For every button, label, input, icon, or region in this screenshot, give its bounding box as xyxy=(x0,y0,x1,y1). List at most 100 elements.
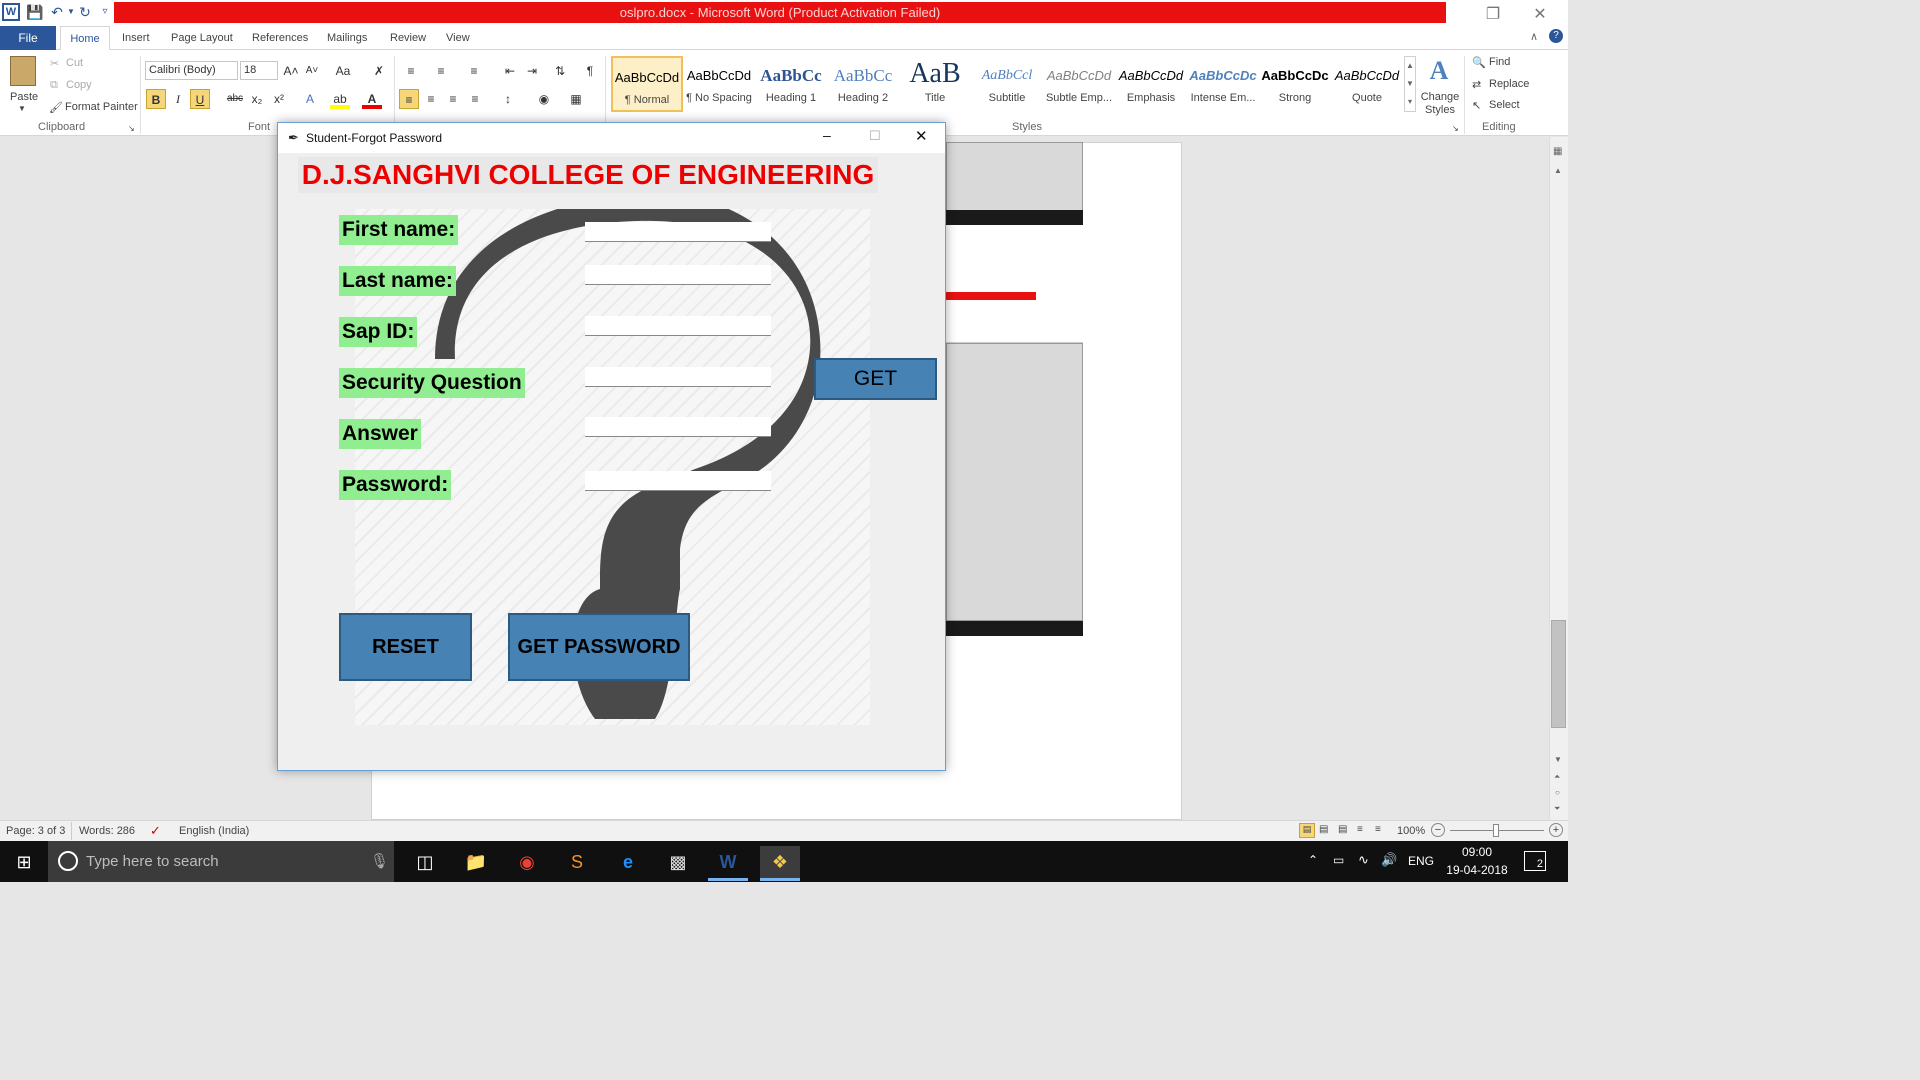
copy-button[interactable]: Copy xyxy=(66,79,92,91)
format-painter-icon[interactable]: 🖌 xyxy=(49,101,63,114)
redo-icon[interactable]: ↻ xyxy=(76,3,94,21)
tab-references[interactable]: References xyxy=(252,26,308,50)
input-language[interactable]: ENG xyxy=(1408,854,1434,868)
zoom-level[interactable]: 100% xyxy=(1397,825,1425,837)
cut-button[interactable]: Cut xyxy=(66,57,83,69)
taskbar-search-box[interactable]: Type here to search 🎙 xyxy=(48,841,394,882)
tab-home[interactable]: Home xyxy=(60,26,110,51)
decrease-indent-icon[interactable]: ⇤ xyxy=(500,61,520,81)
copy-icon[interactable]: ⧉ xyxy=(50,79,58,92)
zoom-out-icon[interactable]: − xyxy=(1431,823,1445,837)
cut-icon[interactable]: ✂ xyxy=(50,57,59,70)
python-icon[interactable]: ❖ xyxy=(760,846,800,878)
get-password-button[interactable]: GET PASSWORD xyxy=(508,613,690,681)
restore-icon[interactable]: ❐ xyxy=(1478,4,1508,24)
multilevel-list-icon[interactable]: ≡ xyxy=(464,61,484,81)
last-name-input[interactable] xyxy=(585,265,771,285)
increase-indent-icon[interactable]: ⇥ xyxy=(522,61,542,81)
strikethrough-icon[interactable]: abc xyxy=(225,89,245,109)
format-painter-button[interactable]: Format Painter xyxy=(65,101,138,113)
get-button[interactable]: GET xyxy=(814,358,937,400)
styles-launcher-icon[interactable]: ↘ xyxy=(1452,124,1459,133)
show-formatting-icon[interactable]: ¶ xyxy=(580,61,600,81)
font-color-icon[interactable]: A xyxy=(362,89,382,109)
superscript-icon[interactable]: x² xyxy=(269,89,289,109)
internet-explorer-icon[interactable]: e xyxy=(608,846,648,878)
word-logo-icon[interactable]: W xyxy=(2,3,20,21)
tab-insert[interactable]: Insert xyxy=(122,26,150,50)
scrollbar-thumb[interactable] xyxy=(1551,620,1566,728)
previous-page-icon[interactable]: ⏶ xyxy=(1554,772,1560,782)
browse-object-icon[interactable]: ○ xyxy=(1555,788,1560,797)
grow-font-icon[interactable]: A˄ xyxy=(281,61,301,81)
style-subtle-emphasis[interactable]: AaBbCcDd Subtle Emp... xyxy=(1043,56,1115,112)
ruler-toggle-icon[interactable]: ▦ xyxy=(1553,146,1562,157)
select-button[interactable]: Select xyxy=(1489,99,1520,111)
dialog-close-icon[interactable]: ✕ xyxy=(915,127,928,145)
web-layout-icon[interactable]: ▤ xyxy=(1338,824,1347,835)
style-normal[interactable]: AaBbCcDd ¶ Normal xyxy=(611,56,683,112)
style-no-spacing[interactable]: AaBbCcDd ¶ No Spacing xyxy=(683,56,755,112)
clock-time[interactable]: 09:00 xyxy=(1446,845,1508,859)
text-effects-icon[interactable]: A xyxy=(300,89,320,109)
outline-view-icon[interactable]: ≡ xyxy=(1357,824,1363,835)
paste-button[interactable]: Paste xyxy=(10,91,38,103)
windows-start-icon[interactable]: ⊞ xyxy=(4,846,44,878)
word-taskbar-icon[interactable]: W xyxy=(708,846,748,878)
paste-icon[interactable] xyxy=(10,56,36,86)
numbering-icon[interactable]: ≡ xyxy=(431,61,451,81)
italic-button[interactable]: I xyxy=(168,89,188,109)
zoom-slider-thumb[interactable] xyxy=(1493,824,1499,837)
find-button[interactable]: Find xyxy=(1489,56,1510,68)
help-icon[interactable]: ? xyxy=(1549,29,1563,43)
underline-button[interactable]: U xyxy=(190,89,210,109)
tab-mailings[interactable]: Mailings xyxy=(327,26,367,50)
sap-id-input[interactable] xyxy=(585,316,771,336)
font-name-select[interactable]: Calibri (Body) xyxy=(145,61,238,80)
full-screen-reading-icon[interactable]: ▤ xyxy=(1319,824,1328,835)
action-center-icon[interactable]: 2 xyxy=(1524,851,1546,871)
password-output[interactable] xyxy=(585,471,771,491)
task-view-icon[interactable]: ◫ xyxy=(405,846,445,878)
minimize-ribbon-icon[interactable]: ∧ xyxy=(1530,30,1538,43)
word-count[interactable]: Words: 286 xyxy=(79,825,135,837)
justify-icon[interactable]: ≡ xyxy=(465,89,485,109)
clock-date[interactable]: 19-04-2018 xyxy=(1442,863,1512,877)
wifi-icon[interactable]: ∿ xyxy=(1358,852,1369,868)
proofing-icon[interactable]: ✓ xyxy=(150,823,161,839)
style-heading-1[interactable]: AaBbCc Heading 1 xyxy=(755,56,827,112)
style-emphasis[interactable]: AaBbCcDd Emphasis xyxy=(1115,56,1187,112)
shrink-font-icon[interactable]: A˅ xyxy=(302,61,322,81)
replace-button[interactable]: Replace xyxy=(1489,78,1529,90)
sort-icon[interactable]: ⇅ xyxy=(550,61,570,81)
dialog-maximize-icon[interactable]: ☐ xyxy=(869,128,881,144)
align-left-icon[interactable]: ≡ xyxy=(399,89,419,109)
style-heading-2[interactable]: AaBbCc Heading 2 xyxy=(827,56,899,112)
subscript-icon[interactable]: x₂ xyxy=(247,89,267,109)
language-status[interactable]: English (India) xyxy=(179,825,249,837)
page-count[interactable]: Page: 3 of 3 xyxy=(6,825,65,837)
change-styles-icon[interactable]: A xyxy=(1424,56,1454,86)
styles-scroll-icon[interactable]: ▲ ▼ ▾ xyxy=(1404,56,1416,112)
reset-button[interactable]: RESET xyxy=(339,613,472,681)
style-subtitle[interactable]: AaBbCcl Subtitle xyxy=(971,56,1043,112)
tab-file[interactable]: File xyxy=(0,26,56,50)
chrome-icon[interactable]: ◉ xyxy=(507,846,547,878)
bold-button[interactable]: B xyxy=(146,89,166,109)
borders-icon[interactable]: ▦ xyxy=(566,89,586,109)
find-icon[interactable]: 🔍 xyxy=(1472,56,1486,69)
draft-view-icon[interactable]: ≡ xyxy=(1375,824,1381,835)
save-icon[interactable]: 💾 xyxy=(26,3,44,21)
style-title[interactable]: AaB Title xyxy=(899,56,971,112)
replace-icon[interactable]: ⇄ xyxy=(1472,78,1481,91)
print-layout-icon[interactable]: ▤ xyxy=(1299,823,1315,838)
select-icon[interactable]: ↖ xyxy=(1472,99,1481,112)
sublime-text-icon[interactable]: S xyxy=(557,846,597,878)
style-quote[interactable]: AaBbCcDd Quote xyxy=(1331,56,1403,112)
customize-qat-icon[interactable]: ▿ xyxy=(96,3,114,21)
tab-review[interactable]: Review xyxy=(390,26,426,50)
style-intense-emphasis[interactable]: AaBbCcDc Intense Em... xyxy=(1187,56,1259,112)
zoom-in-icon[interactable]: + xyxy=(1549,823,1563,837)
microphone-icon[interactable]: 🎙 xyxy=(370,841,389,882)
answer-input[interactable] xyxy=(585,417,771,437)
